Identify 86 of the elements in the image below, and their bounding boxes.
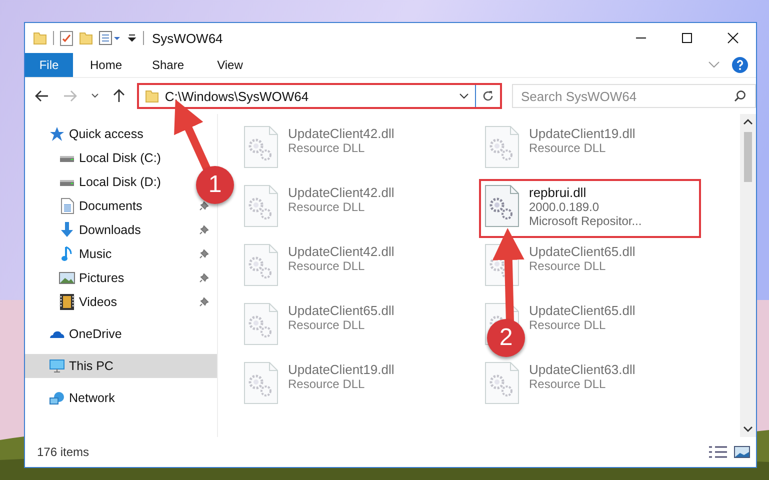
pin-icon[interactable] — [199, 249, 209, 259]
file-detail: Resource DLL — [529, 259, 607, 273]
scrollbar-thumb[interactable] — [744, 132, 752, 182]
refresh-icon[interactable] — [482, 90, 494, 102]
gear-file-icon — [244, 362, 278, 404]
file-name: UpdateClient42.dll — [288, 185, 394, 200]
gear-file-icon — [485, 185, 519, 227]
help-icon[interactable] — [732, 57, 748, 73]
music-note-icon — [61, 246, 73, 262]
file-detail: Microsoft Repositor... — [529, 214, 642, 228]
sidebar-item[interactable]: Local Disk (C:) — [57, 151, 161, 165]
file-detail: Resource DLL — [288, 200, 366, 214]
sidebar-item[interactable]: Documents — [57, 198, 142, 214]
file-tab[interactable]: File — [25, 53, 73, 77]
sidebar-item[interactable]: Network — [25, 386, 217, 410]
ribbon-tab[interactable]: Share — [137, 53, 199, 77]
ribbon-tab[interactable]: View — [199, 53, 261, 77]
network-icon — [49, 390, 65, 406]
monitor-icon — [49, 359, 65, 373]
file-detail: Resource DLL — [288, 318, 366, 332]
address-bar[interactable]: C:\Windows\SysWOW64 — [136, 83, 502, 109]
item-count: 176 items — [37, 445, 90, 459]
close-icon[interactable] — [727, 32, 739, 44]
sidebar-item[interactable]: Pictures — [57, 271, 124, 285]
document-icon — [60, 198, 74, 214]
gear-file-icon — [244, 303, 278, 345]
file-name: UpdateClient65.dll — [529, 303, 636, 318]
file-detail: 2000.0.189.0 — [529, 200, 600, 214]
download-arrow-icon — [59, 222, 75, 238]
gear-file-icon — [485, 244, 519, 286]
back-arrow-icon[interactable] — [35, 90, 49, 102]
maximize-icon[interactable] — [681, 32, 693, 44]
file-detail: Resource DLL — [529, 318, 607, 332]
gear-file-icon — [244, 185, 278, 227]
file-name: UpdateClient65.dll — [529, 244, 636, 259]
sidebar-item[interactable]: OneDrive — [25, 322, 217, 346]
scrollbar[interactable] — [740, 114, 756, 437]
gear-file-icon — [485, 362, 519, 404]
details-view-icon[interactable] — [708, 445, 728, 459]
sidebar-item[interactable]: This PC — [25, 354, 217, 378]
gear-file-icon — [244, 244, 278, 286]
file-name: UpdateClient63.dll — [529, 362, 636, 377]
address-path: C:\Windows\SysWOW64 — [164, 88, 310, 104]
sidebar-item[interactable]: Videos — [57, 294, 117, 310]
drive-icon — [59, 153, 75, 163]
sidebar-item[interactable]: Local Disk (D:) — [57, 175, 161, 189]
large-icons-view-icon[interactable] — [734, 446, 750, 458]
folder-icon — [144, 89, 159, 103]
star-icon — [49, 126, 65, 142]
file-name: UpdateClient19.dll — [288, 362, 394, 377]
drive-icon — [59, 177, 75, 187]
file-detail: Resource DLL — [529, 141, 607, 155]
pin-icon[interactable] — [199, 225, 209, 235]
dropdown-icon[interactable] — [127, 33, 137, 43]
sidebar-item[interactable]: Downloads — [57, 222, 141, 238]
cloud-icon — [49, 329, 65, 339]
file-name: UpdateClient19.dll — [529, 126, 636, 141]
gear-file-icon — [485, 126, 519, 168]
up-arrow-icon[interactable] — [112, 89, 125, 103]
search-field[interactable]: Search SysWOW64 — [512, 84, 756, 108]
window-title: SysWOW64 — [152, 30, 223, 46]
file-name: repbrui.dll — [529, 185, 588, 200]
file-detail: Resource DLL — [529, 377, 607, 391]
sidebar-item[interactable]: Quick access — [25, 122, 217, 146]
landscape-image-icon — [59, 272, 75, 284]
search-icon[interactable] — [734, 90, 746, 102]
chevron-down-icon[interactable] — [459, 93, 470, 99]
film-strip-icon — [60, 294, 74, 310]
file-name: UpdateClient42.dll — [288, 126, 394, 141]
pin-icon[interactable] — [199, 297, 209, 307]
file-name: UpdateClient42.dll — [288, 244, 394, 259]
gear-file-icon — [244, 126, 278, 168]
file-item[interactable]: repbrui.dll 2000.0.189.0 Microsoft Repositor... — [479, 179, 701, 238]
file-name: UpdateClient65.dll — [288, 303, 394, 318]
file-detail: Resource DLL — [288, 259, 366, 273]
file-detail: Resource DLL — [288, 377, 366, 391]
scroll-up-icon[interactable] — [743, 118, 753, 126]
scroll-down-icon[interactable] — [743, 425, 753, 433]
chevron-down-icon[interactable] — [90, 93, 99, 99]
file-detail: Resource DLL — [288, 141, 366, 155]
pin-icon[interactable] — [199, 273, 209, 283]
sidebar-item[interactable]: Music — [57, 246, 112, 262]
ribbon-tab[interactable]: Home — [75, 53, 137, 77]
checklist-icon[interactable] — [60, 30, 73, 46]
pin-icon[interactable] — [199, 201, 209, 211]
properties-icon[interactable] — [99, 31, 121, 45]
